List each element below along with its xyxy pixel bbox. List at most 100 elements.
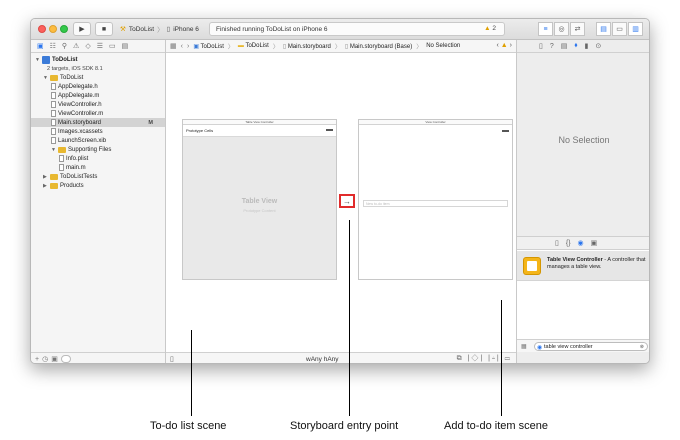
add-icon[interactable]: +: [35, 356, 39, 363]
filter-field[interactable]: [60, 355, 71, 363]
test-tab-icon[interactable]: ◇: [85, 42, 90, 50]
tree-item[interactable]: AppDelegate.m: [31, 91, 165, 100]
issue-tab-icon[interactable]: ⚠: [73, 42, 79, 50]
tree-item[interactable]: Images.xcassets: [31, 127, 165, 136]
size-inspector-icon[interactable]: ▮: [585, 42, 589, 50]
activity-status: Finished running ToDoList on iPhone 6 ▲ …: [209, 22, 505, 36]
navigator-filter-bar: + ◷ ▣: [31, 352, 165, 363]
back-icon[interactable]: ‹: [181, 43, 183, 50]
file-inspector-icon[interactable]: ▯: [539, 42, 543, 50]
editor-mode-buttons: ≡ ◎ ⇄: [538, 22, 585, 36]
report-tab-icon[interactable]: ▤: [122, 42, 129, 50]
layout-tools-icons[interactable]: ⧉ |◇| |▵| ▭: [457, 355, 512, 363]
code-snippet-icon[interactable]: {}: [566, 240, 571, 247]
table-view-controller-scene[interactable]: Table View Controller Prototype Cells Ta…: [182, 119, 337, 280]
crumb-project[interactable]: ▣ ToDoList: [193, 43, 224, 50]
annotation-center: Storyboard entry point: [290, 420, 399, 432]
file-icon: [51, 92, 56, 99]
disclosure-triangle-icon[interactable]: ▼: [51, 147, 56, 153]
view-controller-scene[interactable]: View Controller New to-do item: [358, 119, 513, 280]
assistant-editor-icon[interactable]: ◎: [554, 22, 569, 36]
search-icon: ◉: [537, 345, 543, 351]
scheme-label: ToDoList: [128, 25, 155, 33]
play-icon: ▶: [79, 26, 85, 33]
annotation-left: To-do list scene: [150, 420, 227, 432]
tree-item[interactable]: LaunchScreen.xib: [31, 136, 165, 145]
tree-item[interactable]: ▼ ToDoList: [31, 73, 165, 82]
related-items-icon[interactable]: ▦: [170, 42, 177, 50]
stop-icon: ■: [101, 25, 107, 33]
scm-icon[interactable]: ▣: [51, 355, 58, 363]
scene-title-bar: View Controller: [359, 120, 512, 125]
utilities-toggle-icon[interactable]: ▥: [628, 22, 643, 36]
tree-item-label: Images.xcassets: [58, 128, 103, 135]
utilities-area: ▯ ? ▤ ⬧ ▮ ⊙ No Selection ▯ {} ◉ ▣ Table …: [516, 40, 649, 363]
inspector-tabs: ▯ ? ▤ ⬧ ▮ ⊙: [517, 40, 649, 53]
quick-help-icon[interactable]: ?: [550, 43, 554, 50]
storyboard-editor: ▦ ‹ › ▣ ToDoList 〉 ▬ ToDoList 〉 ▯ Main.s…: [166, 40, 516, 363]
close-button[interactable]: [38, 25, 46, 33]
find-tab-icon[interactable]: ⚲: [62, 42, 67, 50]
library-item-table-view-controller[interactable]: Table View Controller - A controller tha…: [517, 251, 649, 281]
minimize-button[interactable]: [49, 25, 57, 33]
object-library-icon[interactable]: ◉: [578, 239, 584, 247]
tree-item[interactable]: ViewController.h: [31, 100, 165, 109]
crumb-selection[interactable]: No Selection: [426, 43, 460, 49]
connections-inspector-icon[interactable]: ⊙: [595, 42, 601, 50]
tree-item[interactable]: ▶ ToDoListTests: [31, 172, 165, 181]
disclosure-triangle-icon[interactable]: ▼: [43, 75, 48, 81]
tree-item[interactable]: Main.storyboard M: [31, 118, 165, 127]
scheme-selector[interactable]: ⚒ ToDoList 〉 ▯ iPhone 6: [120, 22, 199, 36]
battery-icon: [326, 129, 333, 131]
symbol-tab-icon[interactable]: ☷: [50, 42, 56, 50]
navigator-toggle-icon[interactable]: ▤: [596, 22, 611, 36]
entry-point-arrow-icon[interactable]: →: [339, 194, 355, 208]
folder-tab-icon[interactable]: ▣: [37, 42, 44, 50]
tree-item[interactable]: ViewController.m: [31, 109, 165, 118]
crumb-group[interactable]: ▬ ToDoList: [238, 43, 269, 49]
tree-item[interactable]: ▼ ToDoList: [31, 55, 165, 64]
tree-item[interactable]: ▼ Supporting Files: [31, 145, 165, 154]
size-class-control[interactable]: wAny hAny: [306, 356, 339, 363]
forward-icon[interactable]: ›: [187, 43, 189, 50]
version-editor-icon[interactable]: ⇄: [570, 22, 585, 36]
object-library: ▯ {} ◉ ▣ Table View Controller - A contr…: [517, 236, 649, 352]
debug-toggle-icon[interactable]: ▭: [612, 22, 627, 36]
library-search-field[interactable]: ◉ table view controller ⊗: [534, 342, 648, 351]
clear-search-icon[interactable]: ⊗: [640, 344, 644, 350]
crumb-localization[interactable]: ▯ Main.storyboard (Base): [345, 43, 412, 50]
file-icon: [51, 110, 56, 117]
tree-item[interactable]: ▶ Products: [31, 181, 165, 190]
zoom-button[interactable]: [60, 25, 68, 33]
warning-indicator[interactable]: ▲ 2: [484, 25, 496, 32]
callout-line-right: [501, 300, 502, 416]
media-library-icon[interactable]: ▣: [591, 239, 598, 247]
standard-editor-icon[interactable]: ≡: [538, 22, 553, 36]
breakpoint-tab-icon[interactable]: ▭: [109, 42, 116, 50]
callout-line-center: [349, 220, 350, 416]
disclosure-triangle-icon[interactable]: ▶: [43, 183, 48, 189]
view-toggle-buttons: ▤ ▭ ▥: [596, 22, 643, 36]
tree-item[interactable]: Info.plist: [31, 154, 165, 163]
folder-icon: [58, 146, 66, 153]
file-template-icon[interactable]: ▯: [555, 239, 559, 247]
run-button[interactable]: ▶: [73, 22, 91, 36]
issue-navigator-arrows[interactable]: ‹ ▲ ›: [497, 42, 513, 49]
no-selection-label: No Selection: [558, 135, 610, 145]
new-item-text-field[interactable]: New to-do item: [363, 200, 508, 207]
document-outline-toggle-icon[interactable]: ▯: [170, 355, 174, 363]
debug-tab-icon[interactable]: ☰: [97, 42, 103, 50]
crumb-file[interactable]: ▯ Main.storyboard: [283, 43, 331, 50]
tree-item[interactable]: AppDelegate.h: [31, 82, 165, 91]
tree-item-label: ToDoListTests: [60, 173, 98, 180]
attributes-inspector-icon[interactable]: ⬧: [574, 42, 577, 50]
tree-item[interactable]: main.m: [31, 163, 165, 172]
stop-button[interactable]: ■: [95, 22, 113, 36]
disclosure-triangle-icon[interactable]: ▼: [35, 57, 40, 63]
recent-icon[interactable]: ◷: [42, 355, 48, 363]
tree-item-label: ToDoList: [60, 74, 84, 81]
table-view-controller-icon: [523, 257, 541, 275]
identity-inspector-icon[interactable]: ▤: [561, 42, 568, 50]
grid-view-icon[interactable]: ▦: [521, 343, 527, 350]
disclosure-triangle-icon[interactable]: ▶: [43, 174, 48, 180]
